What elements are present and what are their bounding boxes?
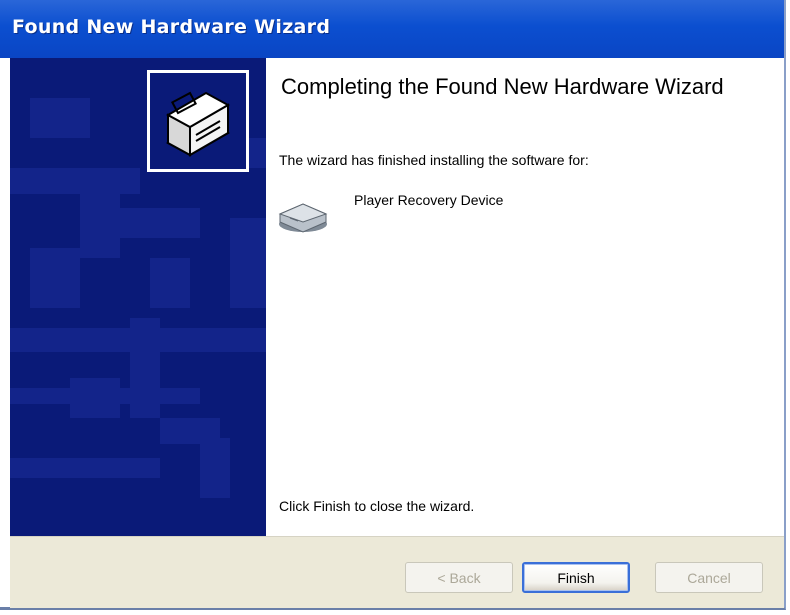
device-name: Player Recovery Device xyxy=(354,192,504,208)
completion-description: The wizard has finished installing the s… xyxy=(279,152,589,168)
wizard-window: Found New Hardware Wizard Completing the… xyxy=(0,0,786,610)
drive-icon xyxy=(276,198,330,236)
wizard-button-bar: < Back Finish Cancel xyxy=(10,536,784,608)
title-bar[interactable]: Found New Hardware Wizard xyxy=(0,0,784,58)
finish-button[interactable]: Finish xyxy=(522,562,630,593)
window-title: Found New Hardware Wizard xyxy=(12,16,331,38)
wizard-side-panel xyxy=(10,58,266,536)
cancel-button[interactable]: Cancel xyxy=(655,562,763,593)
closing-instruction: Click Finish to close the wizard. xyxy=(279,498,475,514)
wizard-content: Completing the Found New Hardware Wizard… xyxy=(266,58,780,536)
back-button[interactable]: < Back xyxy=(405,562,513,593)
hardware-box-icon xyxy=(147,70,249,172)
page-title: Completing the Found New Hardware Wizard xyxy=(281,74,724,99)
